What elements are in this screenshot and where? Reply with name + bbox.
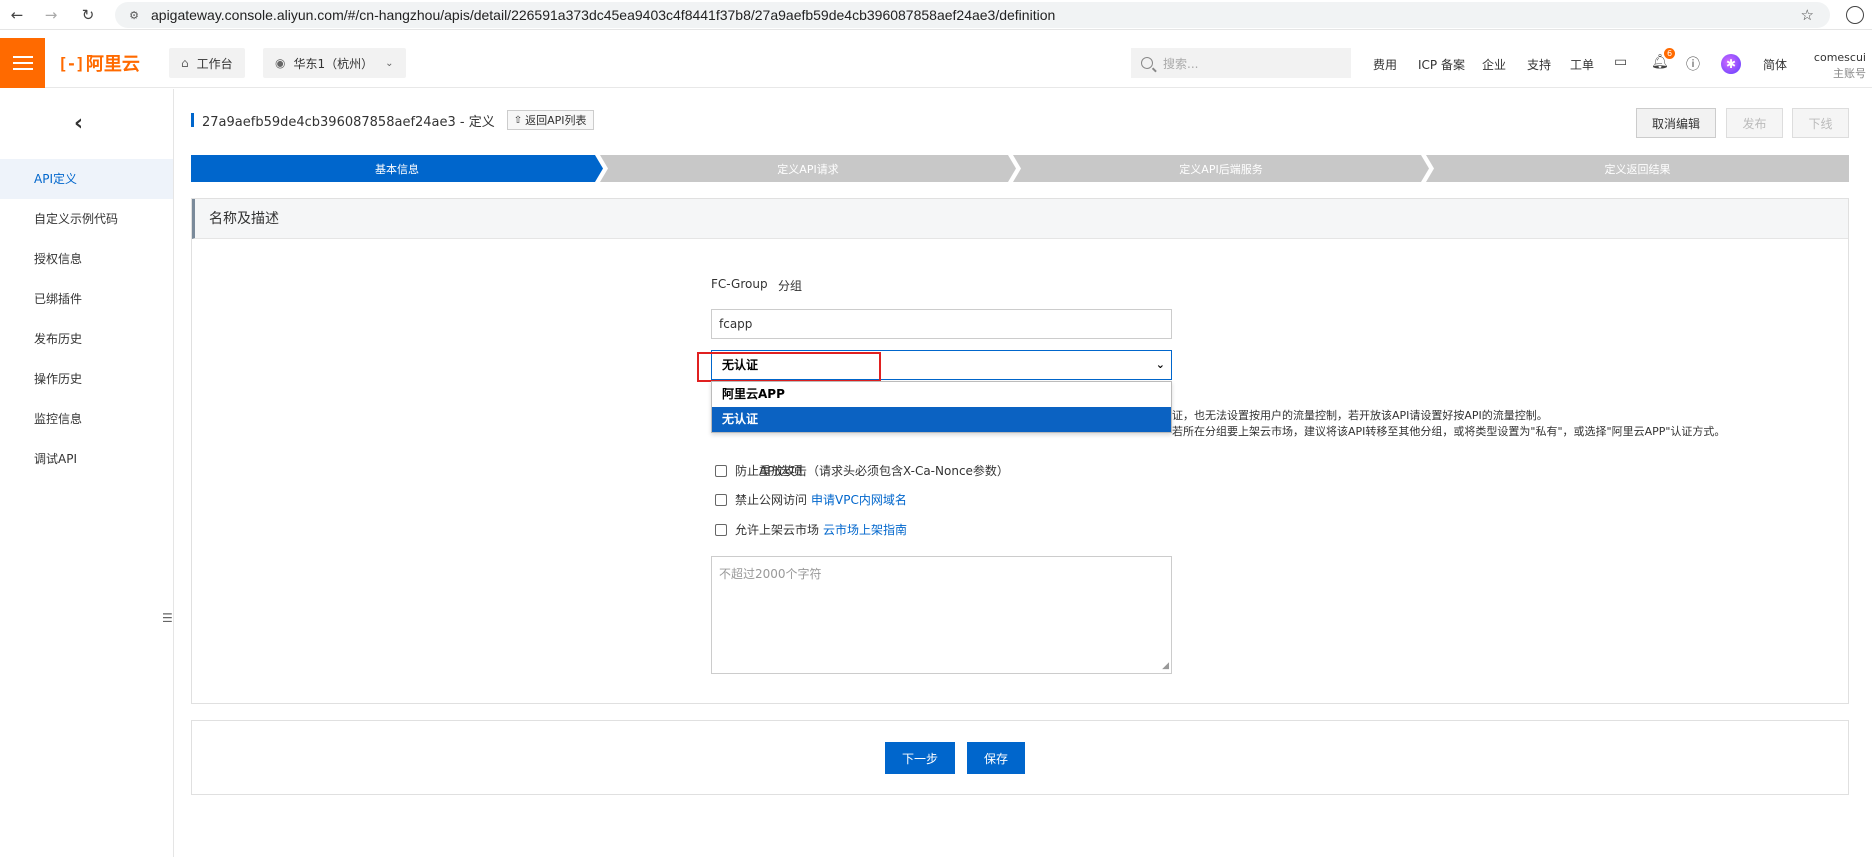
- nav-link-icp[interactable]: ICP 备案: [1418, 56, 1465, 73]
- user-role: 主账号: [1833, 67, 1866, 80]
- location-pin-icon: ◉: [275, 56, 286, 70]
- public-access-checkbox[interactable]: [715, 493, 727, 506]
- url-text: apigateway.console.aliyun.com/#/cn-hangz…: [151, 7, 1056, 23]
- next-step-button[interactable]: 下一步: [885, 742, 955, 774]
- chevron-left-icon[interactable]: ‹: [74, 111, 83, 136]
- sidebar-item-authorization[interactable]: 授权信息: [0, 239, 173, 279]
- profile-icon[interactable]: [1846, 6, 1864, 24]
- vpc-domain-link[interactable]: 申请VPC内网域名: [811, 491, 907, 508]
- replay-checkbox[interactable]: [715, 464, 727, 477]
- console-topnav: [-] 阿里云 ⌂ 工作台 ◉ 华东1（杭州） ⌄ 搜索... 费用 ICP 备…: [0, 38, 1872, 88]
- highlight-box: [697, 352, 881, 382]
- back-arrow-icon[interactable]: ←: [2, 0, 32, 30]
- page-title: 27a9aefb59de4cb396087858aef24ae3 - 定义: [202, 114, 495, 130]
- chevron-down-icon: ⌄: [385, 57, 394, 69]
- sidebar-item-debug-api[interactable]: 调试API: [0, 439, 173, 479]
- workbench-label: 工作台: [196, 56, 233, 71]
- notification-badge: 6: [1664, 48, 1675, 59]
- sidebar-item-plugins[interactable]: 已绑插件: [0, 279, 173, 319]
- collapse-handle-icon[interactable]: ☰: [162, 611, 174, 637]
- nav-link-support[interactable]: 支持: [1527, 56, 1551, 73]
- publish-button[interactable]: 发布: [1726, 108, 1783, 138]
- auth-hint-line2: 若所在分组要上架云市场，建议将该API转移至其他分组，或将类型设置为"私有"，或…: [1172, 425, 1726, 438]
- action-panel: 下一步 保存: [191, 720, 1849, 795]
- auth-option-none[interactable]: 无认证: [712, 407, 1171, 432]
- cancel-edit-button[interactable]: 取消编辑: [1636, 108, 1716, 138]
- api-name-input[interactable]: fcapp: [711, 309, 1172, 339]
- chevron-down-icon: ⌄: [1155, 358, 1165, 371]
- market-guide-link[interactable]: 云市场上架指南: [823, 521, 907, 538]
- nav-link-fees[interactable]: 费用: [1373, 56, 1397, 73]
- upload-arrow-icon: ⇧: [513, 114, 523, 126]
- step-basic-info: 基本信息: [191, 155, 603, 182]
- region-select[interactable]: ◉ 华东1（杭州） ⌄: [263, 48, 406, 78]
- option-replay-row[interactable]: 防止重放攻击（请求头必须包含X-Ca-Nonce参数）: [715, 462, 1009, 479]
- step-define-backend: 定义API后端服务: [1013, 155, 1429, 182]
- forward-arrow-icon[interactable]: →: [36, 0, 66, 30]
- sidebar-item-monitoring[interactable]: 监控信息: [0, 399, 173, 439]
- offline-button[interactable]: 下线: [1792, 108, 1849, 138]
- step-progress: 基本信息 定义API请求 定义API后端服务 定义返回结果: [191, 155, 1849, 182]
- basic-info-panel: 名称及描述 分组 FC-Group API名称 fcapp 安全认证 无认证 ⌄…: [191, 198, 1849, 704]
- step-define-request: 定义API请求: [600, 155, 1016, 182]
- step-define-response: 定义返回结果: [1426, 155, 1849, 182]
- nav-link-ticket[interactable]: 工单: [1570, 56, 1594, 73]
- option-market-row[interactable]: 允许上架云市场 云市场上架指南: [715, 521, 907, 538]
- user-name: comescui: [1813, 51, 1866, 64]
- title-accent-bar: [191, 113, 194, 127]
- workbench-button[interactable]: ⌂ 工作台: [169, 48, 245, 78]
- help-icon[interactable]: ⓘ: [1686, 54, 1700, 74]
- section-title: 名称及描述: [192, 199, 1848, 239]
- nav-link-enterprise[interactable]: 企业: [1482, 56, 1506, 73]
- market-label: 允许上架云市场: [735, 523, 820, 537]
- avatar[interactable]: ✱: [1721, 54, 1741, 74]
- public-access-label: 禁止公网访问: [735, 493, 808, 507]
- bookmark-star-icon[interactable]: ☆: [1801, 6, 1814, 24]
- save-button[interactable]: 保存: [967, 742, 1025, 774]
- address-bar[interactable]: ⚙ apigateway.console.aliyun.com/#/cn-han…: [115, 2, 1830, 28]
- description-textarea[interactable]: 不超过2000个字符 ◢: [711, 556, 1172, 674]
- sidebar-item-api-definition[interactable]: API定义: [0, 159, 173, 199]
- auth-dropdown: 阿里云APP 无认证: [711, 381, 1172, 433]
- option-public-row[interactable]: 禁止公网访问 申请VPC内网域名: [715, 491, 907, 508]
- sidebar-item-operation-history[interactable]: 操作历史: [0, 359, 173, 399]
- logo-mark-icon: [-]: [58, 53, 85, 73]
- back-to-api-list-button[interactable]: ⇧ 返回API列表: [506, 110, 594, 130]
- auth-hint-line1: 证，也无法设置按用户的流量控制，若开放该API请设置好按API的流量控制。: [1172, 409, 1548, 422]
- group-value: FC-Group: [711, 277, 768, 291]
- replay-label: 防止重放攻击（请求头必须包含X-Ca-Nonce参数）: [735, 464, 1009, 478]
- search-placeholder: 搜索...: [1163, 56, 1199, 71]
- browser-toolbar: ← → ↻ ⚙ apigateway.console.aliyun.com/#/…: [0, 0, 1872, 30]
- reload-icon[interactable]: ↻: [73, 0, 103, 30]
- sidebar-item-custom-sample-code[interactable]: 自定义示例代码: [0, 199, 173, 239]
- sidebar: ‹ API定义 自定义示例代码 授权信息 已绑插件 发布历史 操作历史 监控信息…: [0, 89, 174, 857]
- back-to-api-list-label: 返回API列表: [525, 114, 587, 127]
- terminal-icon[interactable]: ▭: [1614, 54, 1627, 70]
- breadcrumb: 27a9aefb59de4cb396087858aef24ae3 - 定义 ⇧ …: [191, 109, 594, 131]
- search-input[interactable]: 搜索...: [1131, 48, 1351, 78]
- desc-placeholder: 不超过2000个字符: [719, 567, 822, 581]
- logo-text: 阿里云: [85, 54, 140, 75]
- language-switch[interactable]: 简体: [1763, 56, 1787, 73]
- user-menu[interactable]: comescui 主账号: [1814, 50, 1866, 82]
- sidebar-item-publish-history[interactable]: 发布历史: [0, 319, 173, 359]
- region-label: 华东1（杭州）: [293, 56, 374, 71]
- resize-grip-icon[interactable]: ◢: [1162, 661, 1169, 671]
- site-info-icon[interactable]: ⚙: [125, 6, 143, 24]
- home-icon: ⌂: [181, 56, 189, 70]
- auth-option-aliyun-app[interactable]: 阿里云APP: [712, 382, 1171, 407]
- search-icon: [1141, 57, 1153, 69]
- menu-icon[interactable]: [0, 38, 45, 88]
- aliyun-logo[interactable]: [-] 阿里云: [58, 52, 140, 76]
- market-checkbox[interactable]: [715, 523, 727, 536]
